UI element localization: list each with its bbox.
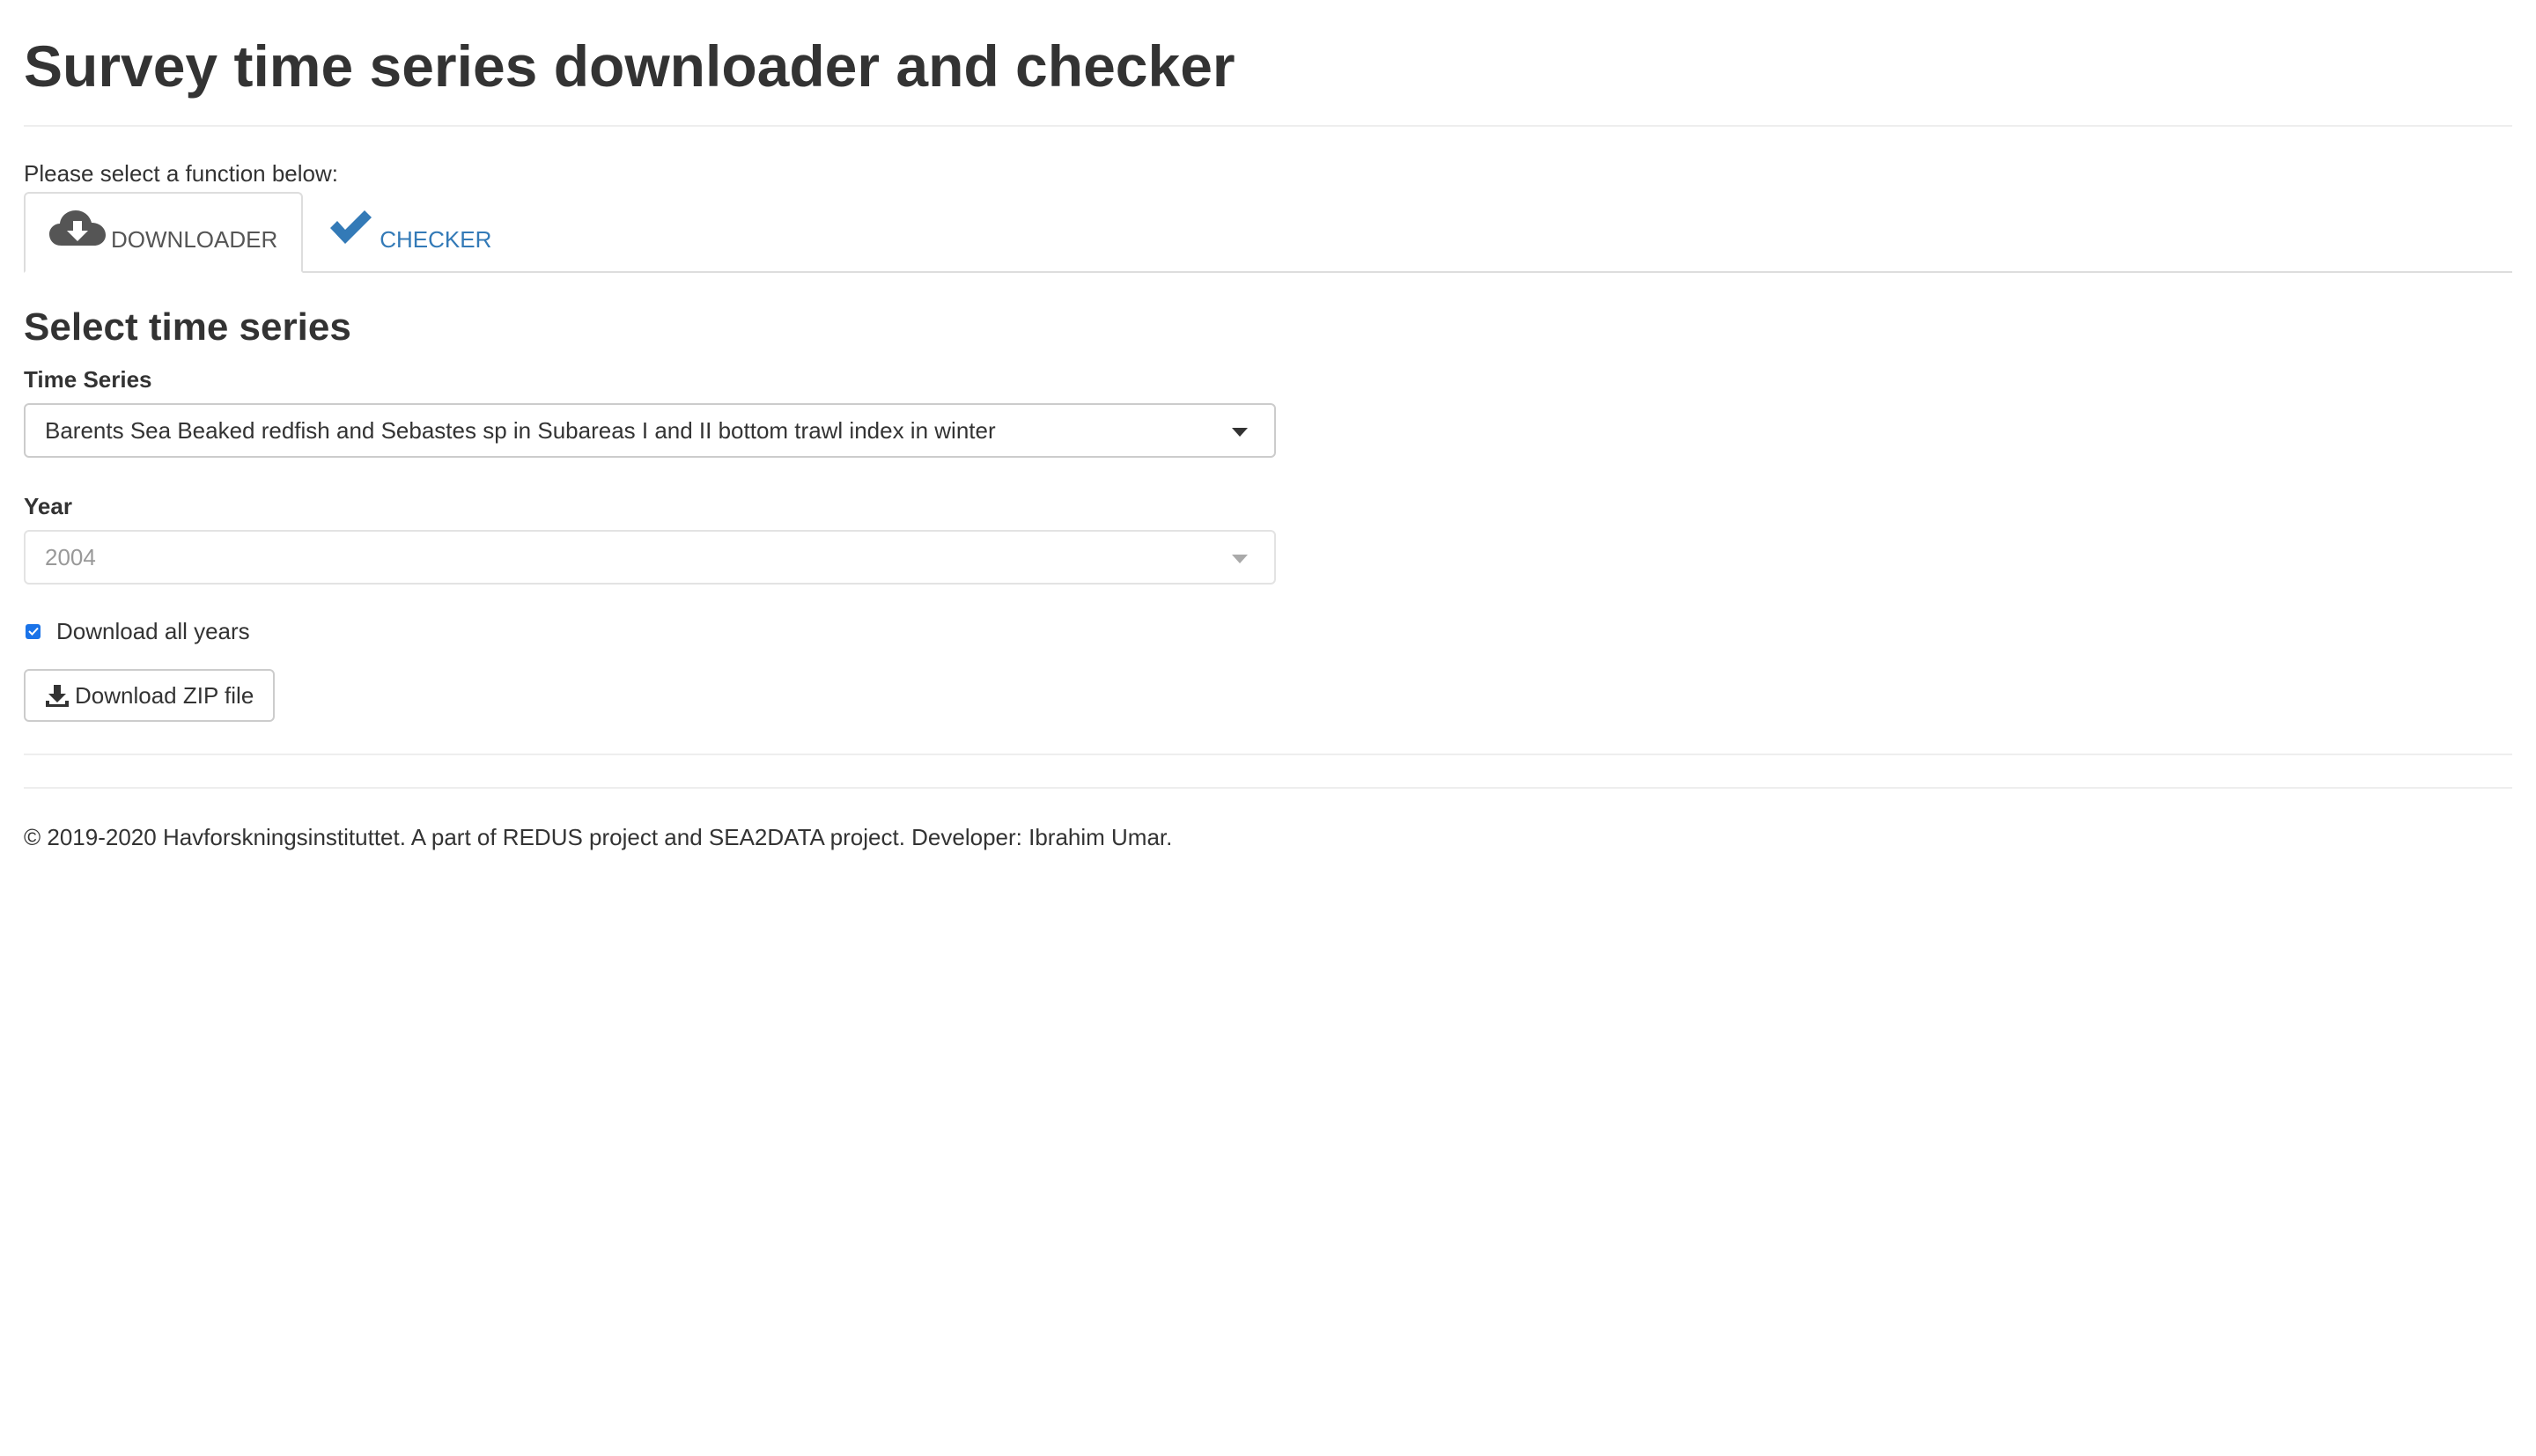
download-all-label: Download all years — [56, 617, 250, 644]
time-series-value: Barents Sea Beaked redfish and Sebastes … — [45, 416, 996, 444]
page: Survey time series downloader and checke… — [0, 0, 2536, 1456]
footer-text: © 2019-2020 Havforskningsinstituttet. A … — [24, 824, 1173, 850]
tab-checker-label: CHECKER — [380, 226, 492, 253]
section-title: Select time series — [24, 305, 351, 349]
content-divider — [24, 754, 2512, 755]
download-all-row: Download all years — [24, 618, 2512, 644]
download-zip-label: Download ZIP file — [75, 681, 254, 709]
page-title: Survey time series downloader and checke… — [24, 33, 1235, 99]
download-all-checkbox[interactable] — [26, 623, 41, 639]
year-value: 2004 — [45, 543, 96, 570]
tab-downloader[interactable]: DOWNLOADER — [24, 192, 304, 273]
chevron-down-icon — [1232, 555, 1248, 563]
tab-checker[interactable]: CHECKER — [303, 192, 515, 271]
checkbox-check-icon — [27, 627, 39, 636]
download-zip-button[interactable]: Download ZIP file — [24, 669, 276, 722]
chevron-down-icon — [1232, 428, 1248, 437]
download-icon — [46, 685, 69, 707]
function-tabs: DOWNLOADER CHECKER — [24, 190, 2512, 273]
footer-divider — [24, 787, 2512, 789]
time-series-label: Time Series — [24, 366, 152, 393]
function-prompt: Please select a function below: — [24, 160, 338, 187]
tab-downloader-label: DOWNLOADER — [111, 226, 278, 253]
year-label: Year — [24, 493, 72, 519]
title-divider — [24, 125, 2512, 127]
year-select[interactable]: 2004 — [24, 530, 1276, 585]
downloader-panel: Select time series Time Series Barents S… — [24, 305, 2512, 722]
cloud-download-icon — [49, 209, 106, 254]
checkmark-icon — [327, 209, 374, 254]
time-series-select[interactable]: Barents Sea Beaked redfish and Sebastes … — [24, 403, 1276, 458]
